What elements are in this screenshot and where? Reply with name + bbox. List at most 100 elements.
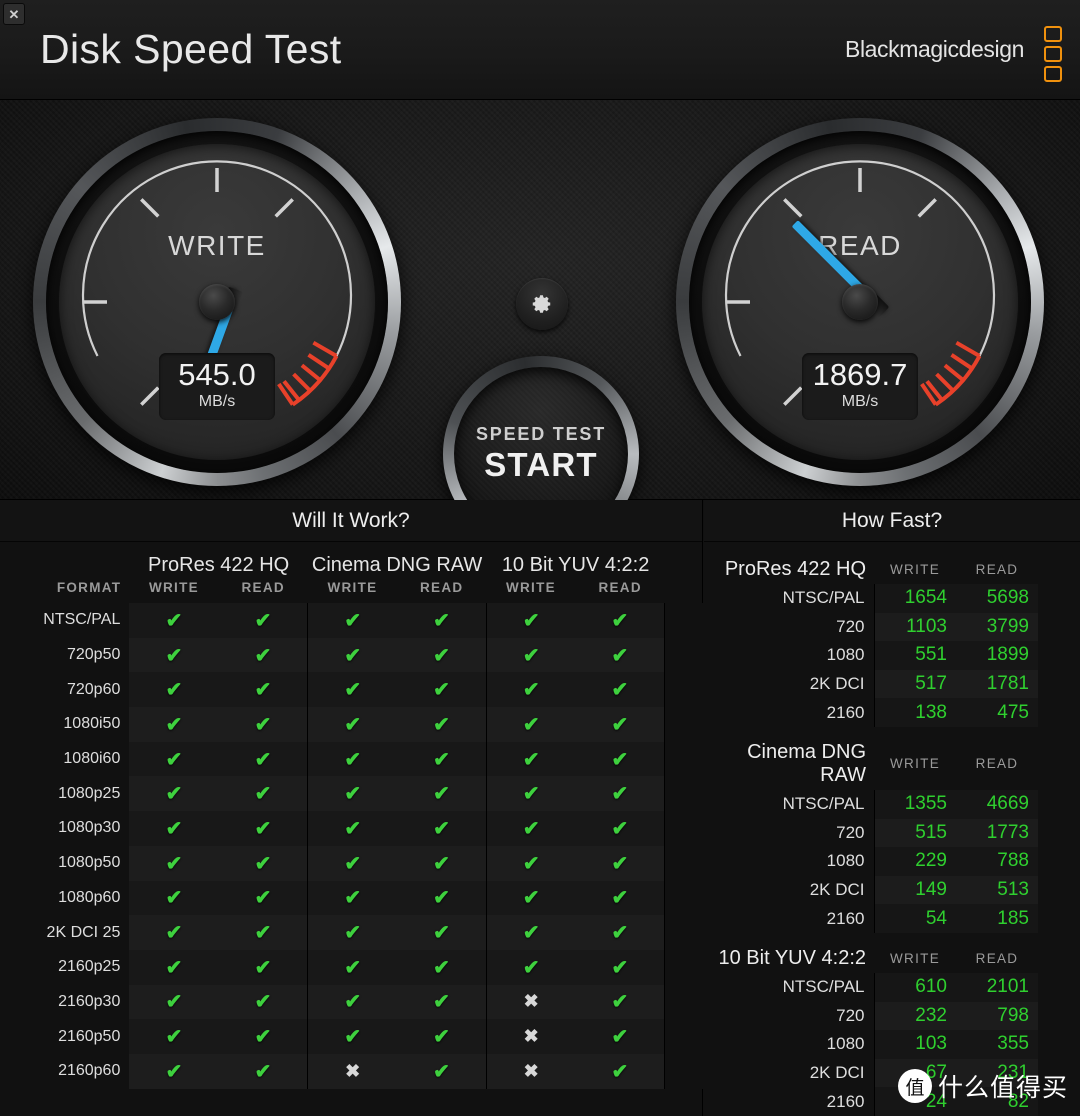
support-cell: ✔ bbox=[218, 880, 308, 916]
write-gauge-label: WRITE bbox=[168, 230, 266, 261]
table-row: NTSC/PAL ✔ ✔ ✔ ✔ ✔ ✔ bbox=[0, 603, 703, 638]
support-cell: ✔ bbox=[307, 915, 398, 950]
check-icon: ✔ bbox=[254, 956, 272, 979]
read-speed-value: 513 bbox=[956, 875, 1038, 905]
table-row-pad bbox=[664, 1053, 703, 1089]
support-cell: ✔ bbox=[397, 1019, 487, 1054]
resolution-label: 1080 bbox=[826, 645, 865, 665]
column-subheader: WRITE bbox=[890, 950, 940, 966]
table-row: 2K DCI 517 1781 bbox=[704, 669, 1080, 699]
close-button[interactable]: ✕ bbox=[3, 3, 25, 25]
read-speed-value: 231 bbox=[956, 1058, 1038, 1088]
check-icon: ✔ bbox=[254, 922, 272, 945]
read-value: 1869.7 bbox=[812, 357, 908, 392]
format-label: 1080p25 bbox=[0, 776, 130, 812]
table-row: 2160 54 185 bbox=[704, 904, 1080, 933]
check-icon: ✔ bbox=[254, 991, 272, 1014]
column-subheader: WRITE bbox=[148, 580, 199, 595]
support-cell: ✔ bbox=[397, 880, 487, 916]
table-row: 2K DCI 25 ✔ ✔ ✔ ✔ ✔ ✔ bbox=[0, 915, 703, 950]
check-icon: ✔ bbox=[344, 748, 362, 771]
support-cell: ✔ bbox=[397, 984, 487, 1020]
table-row: NTSC/PAL 610 2101 bbox=[704, 972, 1080, 1002]
check-icon: ✔ bbox=[165, 644, 183, 667]
check-icon: ✔ bbox=[344, 644, 362, 667]
brand-wordmark: Blackmagicdesign bbox=[845, 36, 1024, 62]
support-cell: ✔ bbox=[397, 741, 487, 777]
table-row: 2K DCI 67 231 bbox=[704, 1058, 1080, 1088]
support-cell: ✔ bbox=[307, 603, 398, 638]
support-cell: ✔ bbox=[397, 637, 487, 673]
support-cell: ✔ bbox=[129, 1019, 219, 1054]
read-speed-value: 3799 bbox=[956, 612, 1038, 642]
support-cell: ✔ bbox=[307, 949, 398, 985]
check-icon: ✔ bbox=[165, 609, 183, 632]
check-icon: ✔ bbox=[611, 852, 629, 875]
support-cell: ✔ bbox=[129, 603, 219, 638]
resolution-label: 2K DCI bbox=[809, 674, 865, 694]
start-button-subtitle: SPEED TEST bbox=[475, 424, 607, 444]
support-cell: ✔ bbox=[218, 949, 308, 985]
resolution-label: 2160 bbox=[826, 908, 865, 928]
check-icon: ✔ bbox=[433, 609, 450, 632]
format-label: 720p60 bbox=[0, 672, 130, 708]
write-speed-value: 229 bbox=[873, 847, 956, 876]
read-speed-value: 1899 bbox=[956, 641, 1038, 670]
check-icon: ✔ bbox=[522, 922, 540, 945]
check-icon: ✔ bbox=[522, 887, 540, 910]
support-cell: ✔ bbox=[129, 984, 219, 1020]
check-icon: ✔ bbox=[611, 609, 629, 632]
table-row-pad bbox=[664, 1019, 703, 1054]
check-icon: ✔ bbox=[433, 748, 450, 771]
check-icon: ✔ bbox=[433, 887, 450, 910]
support-cell: ✔ bbox=[129, 707, 219, 742]
support-cell: ✔ bbox=[218, 915, 308, 950]
table-row-pad bbox=[664, 637, 703, 673]
write-speed-value: 515 bbox=[873, 818, 956, 848]
resolution-label: NTSC/PAL bbox=[782, 588, 865, 608]
column-subheader: READ bbox=[419, 580, 464, 595]
check-icon: ✔ bbox=[344, 817, 362, 840]
check-icon: ✔ bbox=[254, 852, 272, 875]
how-fast-title: How Fast? bbox=[704, 500, 1080, 542]
cross-icon: ✖ bbox=[523, 1026, 539, 1047]
table-row: 1080 103 355 bbox=[704, 1030, 1080, 1059]
check-icon: ✔ bbox=[433, 783, 450, 806]
format-label: 1080p50 bbox=[0, 845, 130, 881]
table-row-pad bbox=[664, 915, 703, 950]
support-cell: ✔ bbox=[129, 637, 219, 673]
check-icon: ✔ bbox=[433, 852, 450, 875]
support-cell: ✖ bbox=[485, 984, 576, 1020]
support-cell: ✔ bbox=[397, 672, 487, 708]
support-cell: ✖ bbox=[485, 1019, 576, 1054]
support-cell: ✔ bbox=[397, 707, 487, 742]
support-cell: ✔ bbox=[307, 672, 398, 708]
check-icon: ✔ bbox=[165, 783, 183, 806]
write-unit: MB/s bbox=[198, 392, 236, 410]
format-label: 1080i60 bbox=[0, 741, 130, 777]
support-cell: ✔ bbox=[307, 637, 398, 673]
check-icon: ✔ bbox=[344, 1026, 362, 1049]
write-speed-value: 1103 bbox=[873, 612, 956, 642]
check-icon: ✔ bbox=[344, 852, 362, 875]
settings-button[interactable] bbox=[516, 278, 568, 330]
read-speed-value: 1773 bbox=[956, 818, 1038, 848]
column-subheader: WRITE bbox=[890, 756, 940, 772]
check-icon: ✔ bbox=[611, 679, 629, 702]
format-label: 2K DCI 25 bbox=[0, 915, 130, 950]
support-cell: ✔ bbox=[129, 776, 219, 812]
check-icon: ✔ bbox=[433, 956, 450, 979]
support-cell: ✔ bbox=[218, 637, 308, 673]
write-speed-value: 517 bbox=[873, 669, 956, 699]
check-icon: ✔ bbox=[522, 748, 540, 771]
support-cell: ✔ bbox=[397, 776, 487, 812]
codec-group-header: 10 Bit YUV 4:2:2 bbox=[501, 554, 650, 576]
check-icon: ✔ bbox=[611, 991, 629, 1014]
table-row: 2160 138 475 bbox=[704, 698, 1080, 727]
table-row: 1080p60 ✔ ✔ ✔ ✔ ✔ ✔ bbox=[0, 880, 703, 916]
table-row: 720p60 ✔ ✔ ✔ ✔ ✔ ✔ bbox=[0, 672, 703, 708]
support-cell: ✔ bbox=[307, 776, 398, 812]
support-cell: ✔ bbox=[575, 984, 665, 1020]
support-cell: ✔ bbox=[307, 880, 398, 916]
support-cell: ✔ bbox=[218, 603, 308, 638]
